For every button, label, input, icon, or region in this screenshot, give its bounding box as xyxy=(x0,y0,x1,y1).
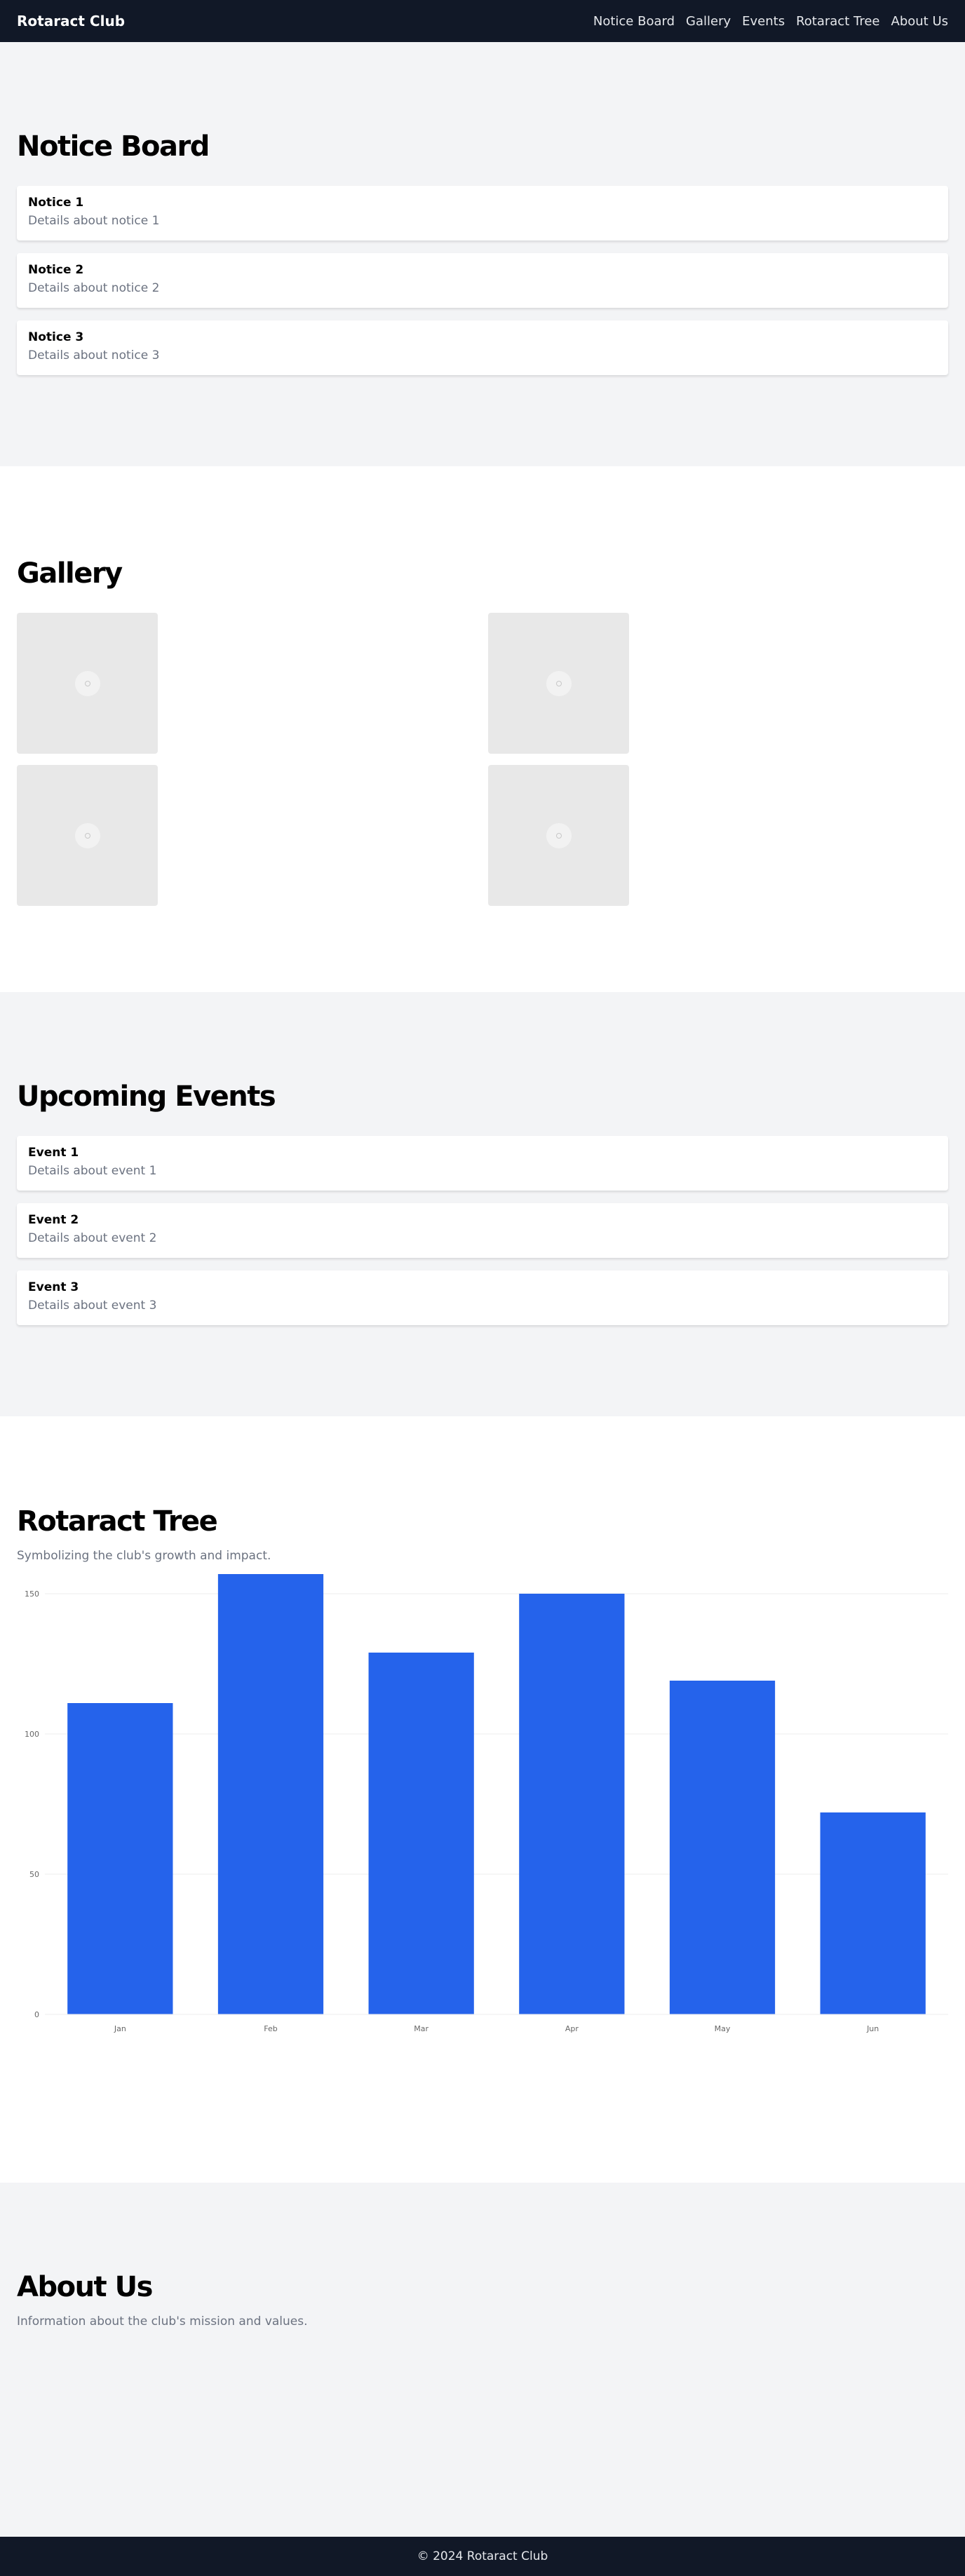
footer-copyright: © 2024 Rotaract Club xyxy=(417,2549,548,2563)
brand-logo-text[interactable]: Rotaract Club xyxy=(17,13,125,29)
rotaract-tree-section: Rotaract Tree Symbolizing the club's gro… xyxy=(0,1416,965,2183)
footer: © 2024 Rotaract Club xyxy=(0,2537,965,2576)
gallery-image[interactable] xyxy=(488,765,629,906)
notice-board-section: Notice Board Notice 1 Details about noti… xyxy=(0,42,965,466)
event-card-text: Details about event 2 xyxy=(28,1231,157,1245)
nav-link-gallery[interactable]: Gallery xyxy=(686,14,731,29)
chart-bar xyxy=(217,1574,324,2014)
notice-card-text: Details about notice 1 xyxy=(28,214,160,228)
y-tick-label: 150 xyxy=(25,1589,39,1599)
chart-bar xyxy=(368,1653,474,2014)
event-card-text: Details about event 1 xyxy=(28,1164,157,1178)
notice-card: Notice 2 Details about notice 2 xyxy=(17,253,948,308)
gallery-image[interactable] xyxy=(488,613,629,754)
image-placeholder-icon xyxy=(74,670,100,696)
notice-card: Notice 1 Details about notice 1 xyxy=(17,186,948,240)
chart-bar xyxy=(67,1703,173,2014)
event-card-title: Event 1 xyxy=(28,1146,79,1160)
event-card: Event 3 Details about event 3 xyxy=(17,1270,948,1325)
nav-links: Notice Board Gallery Events Rotaract Tre… xyxy=(593,14,948,29)
gallery-title: Gallery xyxy=(17,557,123,590)
notice-card: Notice 3 Details about notice 3 xyxy=(17,320,948,375)
y-tick-label: 100 xyxy=(25,1730,39,1739)
gallery-image[interactable] xyxy=(17,765,158,906)
notice-card-title: Notice 3 xyxy=(28,330,84,344)
y-tick-label: 0 xyxy=(34,2010,39,2019)
growth-chart-svg: 0 50 100 150 Jan Feb Mar Apr May Jun xyxy=(25,1574,948,2033)
events-section: Upcoming Events Event 1 Details about ev… xyxy=(0,992,965,1416)
event-card-title: Event 3 xyxy=(28,1280,79,1294)
event-card-title: Event 2 xyxy=(28,1213,79,1227)
x-tick-label: Jun xyxy=(866,2024,879,2033)
notice-card-text: Details about notice 3 xyxy=(28,348,160,362)
gallery-grid xyxy=(17,613,948,906)
x-tick-label: Jan xyxy=(114,2024,126,2033)
rotaract-tree-title: Rotaract Tree xyxy=(17,1505,218,1538)
about-text: Information about the club's mission and… xyxy=(17,2314,308,2328)
top-navbar: Rotaract Club Notice Board Gallery Event… xyxy=(0,0,965,42)
event-card: Event 2 Details about event 2 xyxy=(17,1203,948,1258)
notice-card-title: Notice 2 xyxy=(28,263,84,277)
gallery-section: Gallery xyxy=(0,466,965,992)
x-tick-label: Mar xyxy=(414,2024,428,2033)
chart-bar xyxy=(669,1681,776,2014)
image-placeholder-icon xyxy=(546,670,572,696)
growth-chart: 0 50 100 150 Jan Feb Mar Apr May Jun xyxy=(17,1571,948,2048)
notice-board-title: Notice Board xyxy=(17,130,210,163)
notice-card-title: Notice 1 xyxy=(28,196,84,210)
nav-link-about-us[interactable]: About Us xyxy=(891,14,949,29)
chart-bar xyxy=(519,1594,625,2014)
rotaract-tree-subtitle: Symbolizing the club's growth and impact… xyxy=(17,1549,271,1563)
events-title: Upcoming Events xyxy=(17,1080,276,1113)
image-placeholder-icon xyxy=(74,822,100,848)
x-tick-label: Feb xyxy=(264,2024,277,2033)
gallery-image[interactable] xyxy=(17,613,158,754)
x-tick-label: May xyxy=(715,2024,731,2033)
about-section: About Us Information about the club's mi… xyxy=(0,2183,965,2537)
nav-link-rotaract-tree[interactable]: Rotaract Tree xyxy=(796,14,879,29)
x-tick-label: Apr xyxy=(565,2024,579,2033)
event-card: Event 1 Details about event 1 xyxy=(17,1136,948,1191)
y-tick-label: 50 xyxy=(29,1870,39,1879)
nav-link-notice-board[interactable]: Notice Board xyxy=(593,14,675,29)
image-placeholder-icon xyxy=(546,822,572,848)
nav-link-events[interactable]: Events xyxy=(742,14,785,29)
event-card-text: Details about event 3 xyxy=(28,1299,157,1313)
chart-bar xyxy=(820,1812,926,2014)
notice-card-text: Details about notice 2 xyxy=(28,281,160,295)
about-title: About Us xyxy=(17,2271,153,2303)
